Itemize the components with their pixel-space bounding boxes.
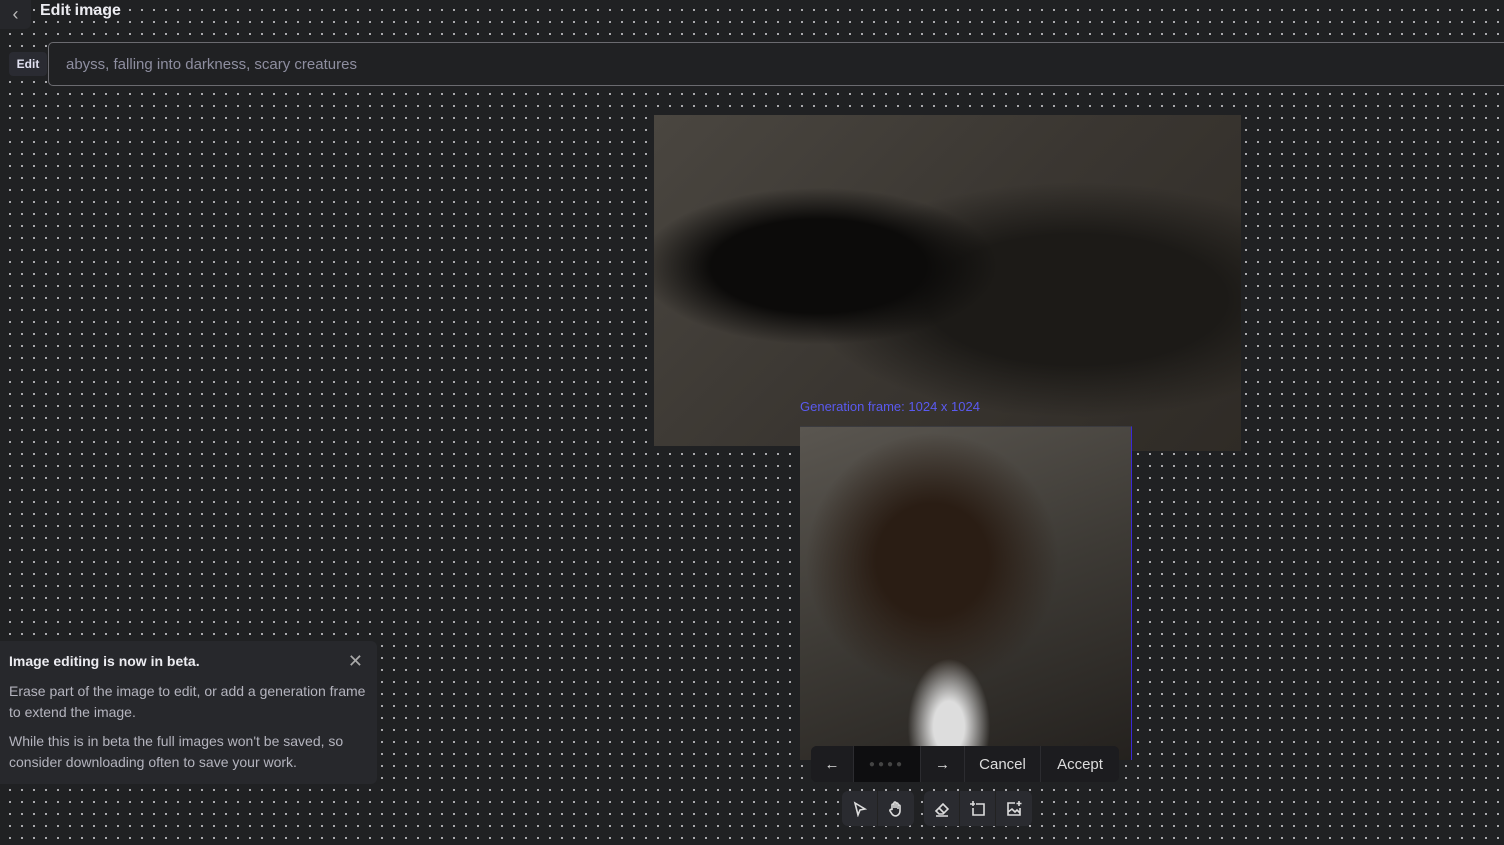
arrow-left-icon: ← xyxy=(824,755,840,773)
image-add-icon xyxy=(1007,800,1022,816)
hand-icon xyxy=(889,800,901,817)
prev-variation-button[interactable]: ← xyxy=(811,746,854,782)
pan-tool-button[interactable] xyxy=(878,791,914,826)
beta-notice: Image editing is now in beta. Erase part… xyxy=(0,641,377,784)
generation-frame[interactable] xyxy=(800,426,1132,760)
close-icon[interactable]: ✕ xyxy=(348,651,363,672)
variation-bar: ← ●●●● → Cancel Accept xyxy=(811,746,1119,782)
prompt-input[interactable]: abyss, falling into darkness, scary crea… xyxy=(48,42,1504,86)
eraser-icon xyxy=(934,802,949,817)
variation-dots: ●●●● xyxy=(854,746,921,782)
edit-mode-badge: Edit xyxy=(9,52,47,76)
accept-button[interactable]: Accept xyxy=(1041,746,1119,782)
pointer-icon xyxy=(853,800,867,817)
next-variation-button[interactable]: → xyxy=(921,746,965,782)
arrow-right-icon: → xyxy=(935,755,950,773)
add-frame-button[interactable] xyxy=(960,791,996,826)
cancel-button[interactable]: Cancel xyxy=(965,746,1041,782)
beta-notice-text: Erase part of the image to edit, or add … xyxy=(9,683,366,720)
back-button[interactable]: ‹ xyxy=(0,0,31,29)
add-frame-icon xyxy=(969,800,985,816)
upload-image-button[interactable] xyxy=(996,791,1032,826)
edit-tools xyxy=(924,791,1032,826)
eraser-tool-button[interactable] xyxy=(924,791,960,826)
beta-notice-text: While this is in beta the full images wo… xyxy=(9,733,344,770)
page-title: Edit image xyxy=(40,2,121,19)
navigation-tools xyxy=(842,791,914,826)
beta-notice-title: Image editing is now in beta. xyxy=(9,653,200,669)
generation-frame-label: Generation frame: 1024 x 1024 xyxy=(800,399,980,414)
chevron-left-icon: ‹ xyxy=(12,4,19,24)
select-tool-button[interactable] xyxy=(842,791,878,826)
